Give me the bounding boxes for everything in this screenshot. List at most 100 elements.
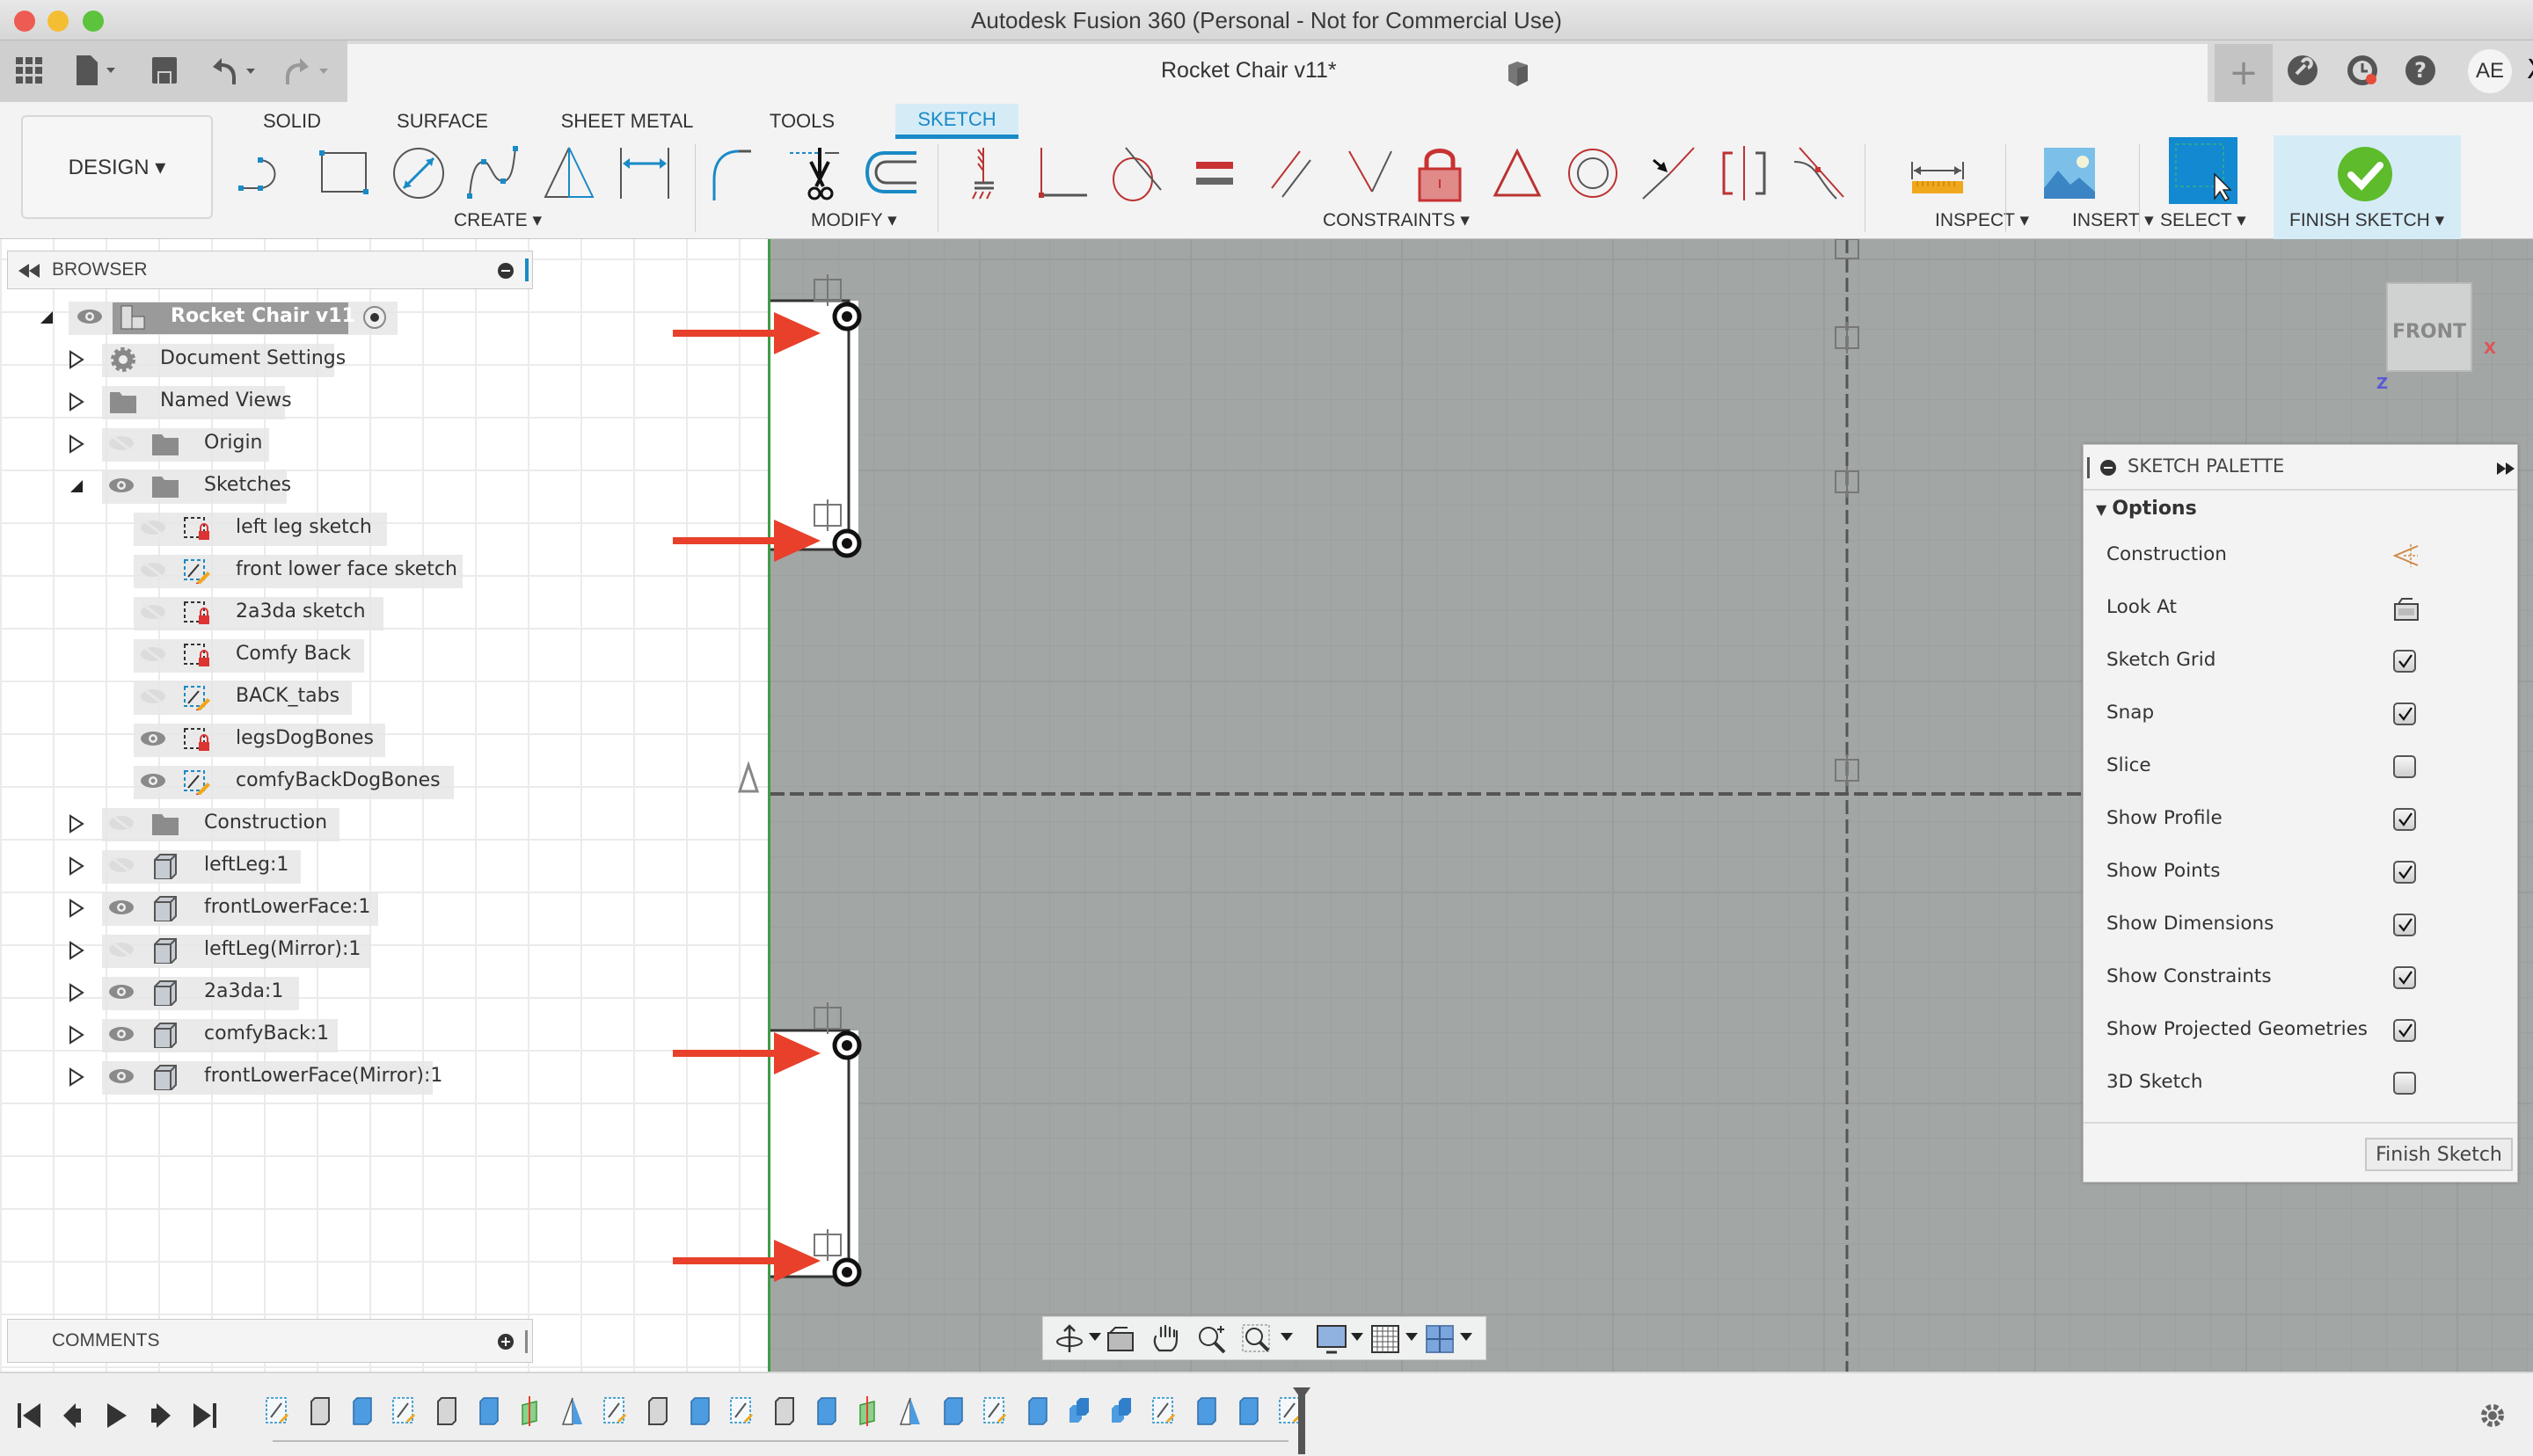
redo-icon[interactable]	[280, 53, 334, 88]
display-settings-icon[interactable]	[1316, 1324, 1347, 1354]
orbit-icon[interactable]	[1054, 1324, 1085, 1354]
step-forward-icon[interactable]	[148, 1400, 174, 1431]
timeline-combine-feature[interactable]	[1108, 1394, 1135, 1428]
browser-root-row[interactable]: Rocket Chair v11	[0, 299, 528, 336]
collapse-icon[interactable]	[67, 477, 86, 496]
expand-icon[interactable]	[67, 983, 86, 1002]
modify-menu[interactable]: MODIFY ▾	[811, 209, 897, 231]
expand-icon[interactable]	[67, 856, 86, 876]
timeline-extrude-feature[interactable]	[348, 1394, 375, 1428]
palette-checkbox[interactable]	[2393, 703, 2416, 725]
palette-checkbox[interactable]	[2393, 914, 2416, 936]
expand-icon[interactable]	[67, 814, 86, 834]
timeline-sketch-feature[interactable]	[982, 1394, 1008, 1428]
browser-item[interactable]: leftLeg(Mirror):1	[0, 932, 528, 969]
midpoint-icon[interactable]	[1639, 144, 1697, 202]
go-to-start-icon[interactable]	[16, 1400, 42, 1431]
extensions-icon[interactable]	[2283, 51, 2322, 90]
rectangle-icon[interactable]	[315, 144, 373, 202]
timeline-extrude-feature[interactable]	[475, 1394, 501, 1428]
circle-icon[interactable]	[390, 144, 448, 202]
job-status-icon[interactable]	[2343, 51, 2382, 90]
timeline-settings-icon[interactable]	[2475, 1398, 2510, 1433]
mirror-icon[interactable]	[540, 144, 598, 202]
lock-icon[interactable]	[1411, 144, 1469, 202]
insert-image-icon[interactable]	[2040, 144, 2099, 202]
step-back-icon[interactable]	[60, 1400, 86, 1431]
line-icon[interactable]	[237, 144, 296, 202]
comments-resize-handle[interactable]	[525, 1330, 528, 1353]
collapse-icon[interactable]	[37, 308, 56, 327]
document-tab[interactable]: Rocket Chair v11* X	[347, 44, 2533, 102]
zoom-icon[interactable]	[1196, 1324, 1228, 1354]
inspect-menu[interactable]: INSPECT ▾	[1935, 209, 2029, 231]
timeline-mirror-feature[interactable]	[897, 1394, 923, 1428]
file-menu-icon[interactable]	[72, 53, 125, 88]
eye-visible-icon[interactable]	[139, 771, 167, 790]
dimension-icon[interactable]	[616, 144, 674, 202]
curvature-icon[interactable]	[1791, 144, 1849, 202]
eye-hidden-icon[interactable]	[107, 433, 135, 453]
eye-visible-icon[interactable]	[107, 476, 135, 495]
timeline-extrude-feature[interactable]	[1193, 1394, 1219, 1428]
select-menu[interactable]: SELECT ▾	[2160, 209, 2246, 231]
pan-icon[interactable]	[1150, 1324, 1182, 1354]
palette-checkbox[interactable]	[2393, 650, 2416, 673]
tab-sheet-metal[interactable]: SHEET METAL	[552, 104, 702, 139]
browser-sketch-item[interactable]: 2a3da sketch	[0, 594, 528, 631]
display-settings-dropdown[interactable]	[1351, 1333, 1363, 1341]
eye-visible-icon[interactable]	[76, 307, 104, 326]
eye-visible-icon[interactable]	[139, 729, 167, 748]
symmetry-icon[interactable]	[1715, 144, 1773, 202]
eye-hidden-icon[interactable]	[139, 687, 167, 706]
zoom-dropdown[interactable]	[1281, 1333, 1293, 1341]
eye-hidden-icon[interactable]	[139, 560, 167, 579]
palette-drag-handle[interactable]	[2087, 457, 2090, 478]
timeline-body-feature[interactable]	[306, 1394, 332, 1428]
browser-sketch-item[interactable]: left leg sketch	[0, 510, 528, 547]
browser-item[interactable]: Origin	[0, 426, 528, 462]
eye-visible-icon[interactable]	[107, 1067, 135, 1086]
expand-icon[interactable]	[67, 350, 86, 369]
browser-item[interactable]: frontLowerFace(Mirror):1	[0, 1059, 528, 1096]
expand-icon[interactable]	[67, 941, 86, 960]
timeline-body-feature[interactable]	[433, 1394, 459, 1428]
browser-item[interactable]: Named Views	[0, 383, 528, 420]
browser-pin-icon[interactable]	[497, 262, 515, 280]
user-avatar[interactable]: AE	[2468, 49, 2512, 93]
go-to-end-icon[interactable]	[192, 1400, 218, 1431]
offset-icon[interactable]	[862, 144, 920, 202]
play-icon[interactable]	[104, 1400, 130, 1431]
parallel-icon[interactable]	[1263, 144, 1321, 202]
spline-icon[interactable]	[464, 144, 522, 202]
eye-hidden-icon[interactable]	[107, 855, 135, 875]
save-icon[interactable]	[150, 53, 179, 88]
palette-collapse-icon[interactable]	[2099, 459, 2117, 477]
eye-hidden-icon[interactable]	[107, 940, 135, 959]
grid-settings-icon[interactable]	[1370, 1324, 1402, 1354]
timeline-body-feature[interactable]	[644, 1394, 670, 1428]
add-comment-icon[interactable]	[497, 1333, 515, 1350]
palette-checkbox[interactable]	[2393, 808, 2416, 831]
app-grid-icon[interactable]	[14, 53, 44, 88]
expand-icon[interactable]	[67, 1067, 86, 1087]
finish-sketch-button[interactable]: Finish Sketch	[2365, 1138, 2513, 1171]
tab-surface[interactable]: SURFACE	[387, 104, 498, 139]
browser-sketch-item[interactable]: BACK_tabs	[0, 679, 528, 716]
expand-icon[interactable]	[67, 392, 86, 411]
look-at-icon[interactable]	[1105, 1324, 1136, 1354]
timeline-extrude-feature[interactable]	[686, 1394, 712, 1428]
perpendicular-icon[interactable]	[1339, 144, 1397, 202]
palette-checkbox[interactable]	[2393, 755, 2416, 778]
triangle-constraint-icon[interactable]	[1488, 144, 1546, 202]
undo-icon[interactable]	[208, 53, 260, 88]
eye-visible-icon[interactable]	[107, 1024, 135, 1044]
eye-hidden-icon[interactable]	[139, 602, 167, 622]
eye-hidden-icon[interactable]	[139, 518, 167, 537]
viewports-dropdown[interactable]	[1460, 1333, 1472, 1341]
view-cube[interactable]: FRONT X Z	[2375, 274, 2524, 406]
timeline-combine-feature[interactable]	[1066, 1394, 1092, 1428]
timeline-mirror-feature[interactable]	[559, 1394, 586, 1428]
coincident-icon[interactable]	[1034, 144, 1092, 202]
browser-sketch-item[interactable]: front lower face sketch	[0, 552, 528, 589]
